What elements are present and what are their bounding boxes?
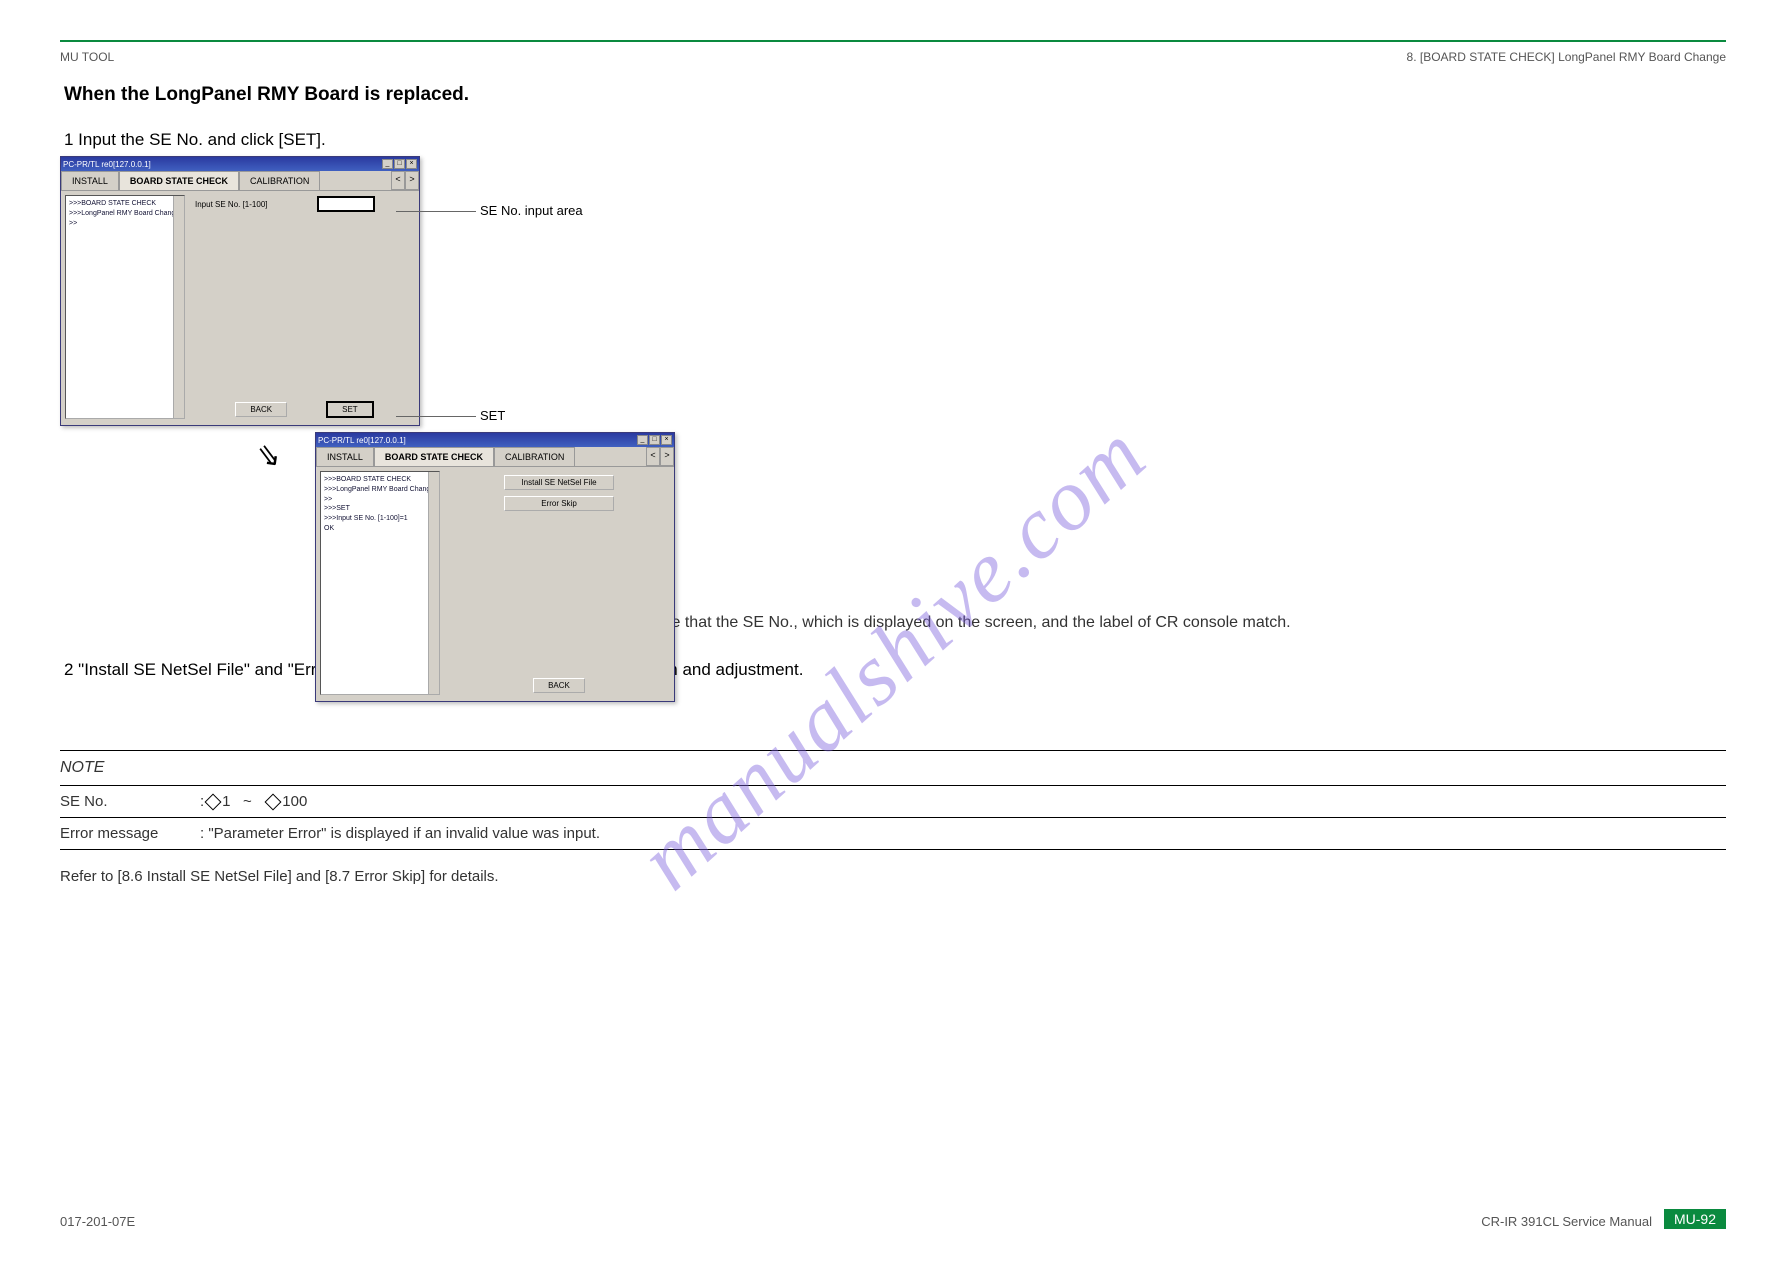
window-title: PC-PR/TL re0[127.0.0.1] — [318, 436, 406, 445]
arrow-down-right-icon: ⇘ — [254, 436, 284, 474]
log-line: >>>BOARD STATE CHECK — [69, 199, 181, 209]
log-line: >>>LongPanel RMY Board Change >> — [69, 209, 181, 229]
set-button[interactable]: SET — [327, 402, 373, 417]
maximize-icon[interactable]: □ — [649, 435, 660, 445]
log-line: >>>BOARD STATE CHECK — [324, 475, 436, 485]
footer-doc-id: 017-201-07E — [60, 1214, 135, 1229]
header-left: MU TOOL — [60, 50, 114, 64]
tab-row: INSTALL BOARD STATE CHECK CALIBRATION < … — [61, 171, 419, 191]
nav-prev-button[interactable]: < — [391, 171, 405, 190]
screenshot-window-2: PC-PR/TL re0[127.0.0.1] _ □ × INSTALL BO… — [315, 432, 675, 702]
tab-board-state-check[interactable]: BOARD STATE CHECK — [374, 447, 494, 466]
page-header: MU TOOL 8. [BOARD STATE CHECK] LongPanel… — [60, 50, 1726, 64]
note-row-value: : 1 ~ 100 — [200, 793, 307, 810]
callout-se-input: SE No. input area — [480, 203, 583, 218]
log-pane: >>>BOARD STATE CHECK >>>LongPanel RMY Bo… — [320, 471, 440, 695]
lozenge-icon — [265, 793, 282, 810]
back-button[interactable]: BACK — [533, 678, 585, 693]
tab-row: INSTALL BOARD STATE CHECK CALIBRATION < … — [316, 447, 674, 467]
main-pane: Install SE NetSel File Error Skip BACK — [444, 467, 674, 699]
close-icon[interactable]: × — [406, 159, 417, 169]
note-ref: Refer to [8.6 Install SE NetSel File] an… — [60, 854, 1726, 888]
note-rule — [60, 750, 1726, 751]
se-no-input[interactable] — [318, 197, 374, 211]
maximize-icon[interactable]: □ — [394, 159, 405, 169]
step-1: 1 Input the SE No. and click [SET]. — [60, 130, 1726, 150]
nav-next-button[interactable]: > — [660, 447, 674, 466]
error-skip-button[interactable]: Error Skip — [504, 496, 614, 511]
main-pane: Input SE No. [1-100] BACK SET — [189, 191, 419, 423]
minimize-icon[interactable]: _ — [382, 159, 393, 169]
callout-set: SET — [480, 408, 505, 423]
note-heading: NOTE — [60, 755, 1726, 781]
page-footer: 017-201-07E CR-IR 391CL Service Manual M… — [60, 1209, 1726, 1229]
tab-calibration[interactable]: CALIBRATION — [494, 447, 575, 466]
section-title: When the LongPanel RMY Board is replaced… — [60, 84, 1726, 106]
log-line: >>>Input SE No. [1-100]=1 — [324, 514, 436, 524]
note-block: NOTE SE No. : 1 ~ 100 Error message : "P… — [60, 750, 1726, 888]
log-pane: >>>BOARD STATE CHECK >>>LongPanel RMY Bo… — [65, 195, 185, 419]
titlebar: PC-PR/TL re0[127.0.0.1] _ □ × — [61, 157, 419, 171]
tab-install[interactable]: INSTALL — [316, 447, 374, 466]
titlebar: PC-PR/TL re0[127.0.0.1] _ □ × — [316, 433, 674, 447]
leader-line — [396, 416, 476, 417]
window-title: PC-PR/TL re0[127.0.0.1] — [63, 160, 151, 169]
page-number-badge: MU-92 — [1664, 1209, 1726, 1229]
lozenge-icon — [205, 793, 222, 810]
log-line: >>>SET — [324, 504, 436, 514]
screenshot-window-1: PC-PR/TL re0[127.0.0.1] _ □ × INSTALL BO… — [60, 156, 420, 426]
caution-text: (Caution) Make sure that the SE No., whi… — [60, 614, 1726, 632]
log-line: OK — [324, 524, 436, 534]
leader-line — [396, 211, 476, 212]
se-no-label: Input SE No. [1-100] — [195, 200, 268, 209]
top-rule — [60, 40, 1726, 42]
note-rule — [60, 849, 1726, 850]
note-row-label: SE No. — [60, 793, 200, 810]
header-right: 8. [BOARD STATE CHECK] LongPanel RMY Boa… — [1407, 50, 1726, 64]
install-se-netsel-button[interactable]: Install SE NetSel File — [504, 475, 614, 490]
tab-board-state-check[interactable]: BOARD STATE CHECK — [119, 171, 239, 190]
back-button[interactable]: BACK — [235, 402, 287, 417]
nav-next-button[interactable]: > — [405, 171, 419, 190]
minimize-icon[interactable]: _ — [637, 435, 648, 445]
note-row-error: Error message : "Parameter Error" is dis… — [60, 822, 1726, 845]
tab-calibration[interactable]: CALIBRATION — [239, 171, 320, 190]
note-row-label: Error message — [60, 825, 200, 842]
tab-install[interactable]: INSTALL — [61, 171, 119, 190]
nav-prev-button[interactable]: < — [646, 447, 660, 466]
note-rule — [60, 817, 1726, 818]
note-row-value: : "Parameter Error" is displayed if an i… — [200, 825, 600, 842]
log-line: >>>LongPanel RMY Board Change >> — [324, 485, 436, 505]
screenshot-area: PC-PR/TL re0[127.0.0.1] _ □ × INSTALL BO… — [60, 156, 760, 596]
note-row-se-no: SE No. : 1 ~ 100 — [60, 790, 1726, 813]
footer-doc-title: CR-IR 391CL Service Manual — [1481, 1214, 1652, 1229]
note-rule — [60, 785, 1726, 786]
step-2: 2 "Install SE NetSel File" and "Error Sk… — [60, 660, 1726, 680]
close-icon[interactable]: × — [661, 435, 672, 445]
